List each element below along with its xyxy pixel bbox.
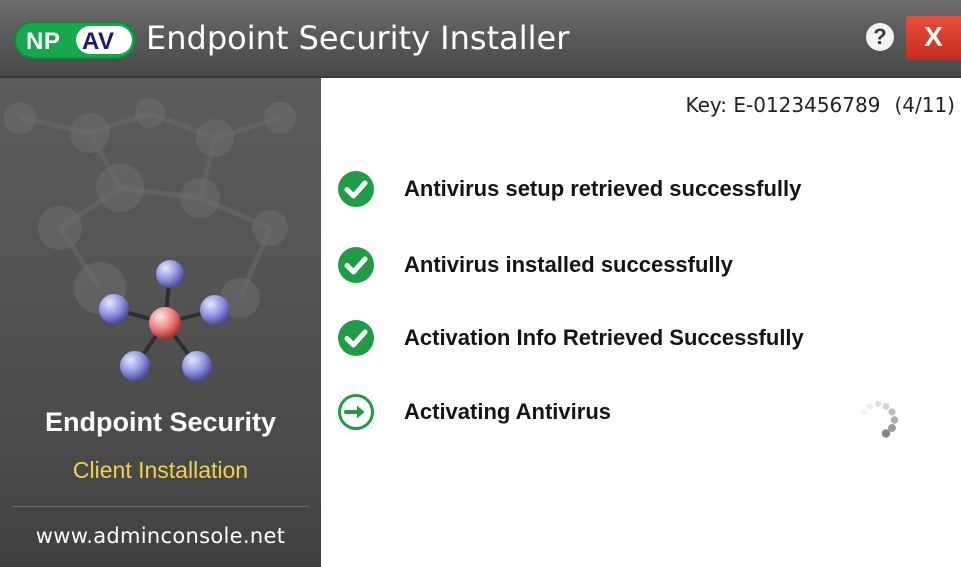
product-subtitle: Client Installation (72, 457, 249, 483)
key-label: Key: (685, 93, 727, 117)
help-icon: ? (873, 24, 887, 49)
npav-logo: NP AV (14, 21, 136, 59)
logo-av-text: AV (82, 28, 115, 55)
logo-np-text: NP (26, 28, 61, 55)
help-button[interactable]: ? (866, 23, 894, 51)
window-title: Endpoint Security Installer (146, 19, 570, 57)
installer-window: NP AV Endpoint Security Installer ? X En… (0, 0, 961, 567)
check-circle-icon (338, 247, 374, 283)
title-bar[interactable]: NP AV Endpoint Security Installer ? X (0, 0, 961, 78)
step-counter: (4/11) (894, 93, 955, 117)
step-item: Activation Info Retrieved Successfully (321, 319, 961, 359)
license-key-line: Key: E-0123456789 (4/11) (685, 93, 955, 117)
key-value: E-0123456789 (733, 93, 881, 117)
step-label: Activating Antivirus (404, 399, 611, 424)
step-label: Antivirus setup retrieved successfully (404, 176, 802, 201)
website-url[interactable]: www.adminconsole.net (0, 524, 321, 548)
sidebar-divider (12, 506, 309, 507)
close-icon: X (924, 21, 943, 52)
arrow-right-circle-icon (338, 394, 374, 430)
step-label: Antivirus installed successfully (404, 252, 733, 277)
loading-spinner-icon (861, 400, 899, 438)
step-item: Antivirus installed successfully (321, 246, 961, 286)
step-item: Antivirus setup retrieved successfully (321, 170, 961, 210)
close-button[interactable]: X (906, 16, 961, 60)
main-panel: Key: E-0123456789 (4/11) Antivirus setup … (321, 78, 961, 567)
check-circle-icon (338, 320, 374, 356)
network-hub-icon (99, 260, 230, 381)
check-circle-icon (338, 171, 374, 207)
step-label: Activation Info Retrieved Successfully (404, 325, 804, 350)
product-title: Endpoint Security (44, 407, 277, 437)
sidebar: Endpoint Security Client Installation ww… (0, 78, 321, 567)
